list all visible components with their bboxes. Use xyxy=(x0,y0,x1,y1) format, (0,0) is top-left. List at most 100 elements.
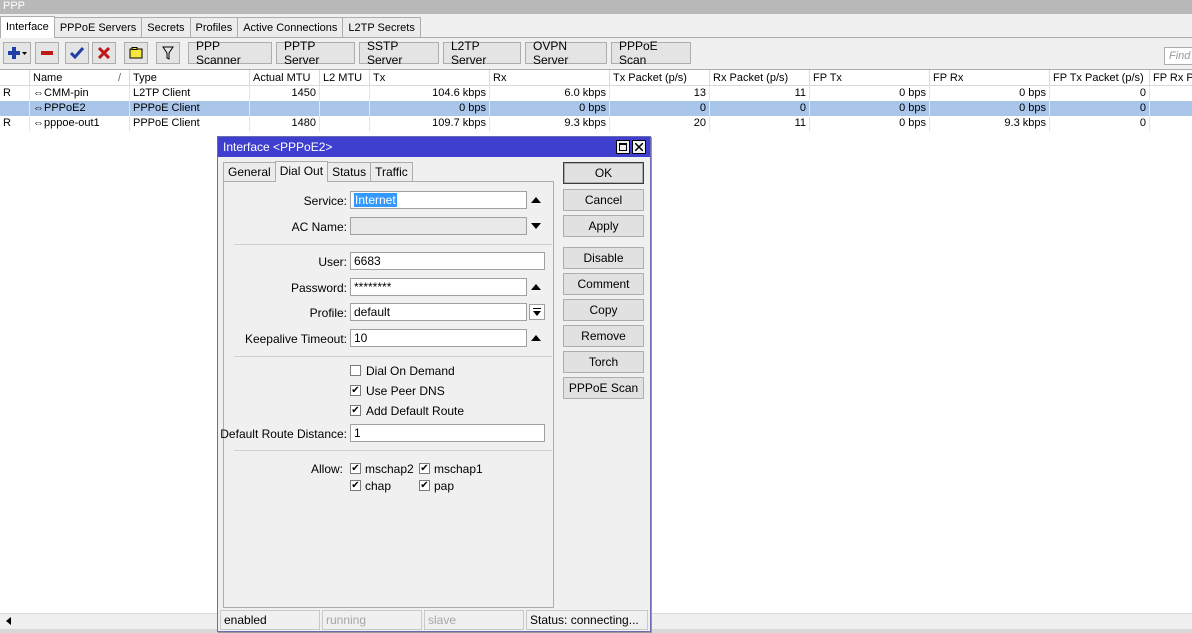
tab-divider xyxy=(0,37,1192,38)
dial-on-demand-checkbox[interactable] xyxy=(350,365,361,376)
col-rx[interactable]: Rx xyxy=(490,70,610,86)
service-label: Service: xyxy=(303,194,347,208)
comment-button[interactable] xyxy=(124,42,148,64)
profile-label: Profile: xyxy=(309,306,347,320)
collapse-up-icon[interactable] xyxy=(531,197,541,203)
default-route-distance-field[interactable]: 1 xyxy=(350,424,545,442)
ovpn-server-button[interactable]: OVPN Server xyxy=(525,39,607,67)
cancel-button[interactable]: Cancel xyxy=(563,189,644,211)
use-peer-dns-checkbox[interactable]: ✔ xyxy=(350,385,361,396)
col-name[interactable]: Name / xyxy=(30,70,130,86)
row-tx: 0 bps xyxy=(370,101,490,116)
col-tx[interactable]: Tx xyxy=(370,70,490,86)
password-field[interactable]: ******** xyxy=(350,278,527,296)
col-fp-tx[interactable]: FP Tx xyxy=(810,70,930,86)
table-row-selected[interactable]: ⇔PPPoE2 PPPoE Client 0 bps 0 bps 0 0 0 b… xyxy=(0,101,1192,116)
l2tp-server-button[interactable]: L2TP Server xyxy=(443,39,521,67)
user-field[interactable]: 6683 xyxy=(350,252,545,270)
add-default-route-label: Add Default Route xyxy=(366,404,465,418)
sstp-server-button[interactable]: SSTP Server xyxy=(359,39,439,67)
col-l2-mtu[interactable]: L2 MTU xyxy=(320,70,370,86)
maximize-icon xyxy=(619,143,627,151)
tab-dial-out[interactable]: Dial Out xyxy=(274,161,329,182)
remove-button[interactable]: Remove xyxy=(563,325,644,347)
default-route-distance-label: Default Route Distance: xyxy=(220,427,347,441)
remove-button[interactable] xyxy=(35,42,59,64)
collapse-up-icon[interactable] xyxy=(531,284,541,290)
pap-checkbox[interactable]: ✔ xyxy=(419,480,430,491)
disable-button[interactable]: Disable xyxy=(563,247,644,269)
col-fp-rx-packet[interactable]: FP Rx Pa xyxy=(1150,70,1192,86)
service-field[interactable]: Internet xyxy=(350,191,527,209)
enable-button[interactable] xyxy=(65,42,89,64)
tab-interface[interactable]: Interface xyxy=(0,16,55,38)
chap-checkbox[interactable]: ✔ xyxy=(350,480,361,491)
dialog-title: Interface <PPPoE2> xyxy=(218,137,650,157)
row-flag: R xyxy=(0,116,30,131)
tab-general[interactable]: General xyxy=(223,162,276,181)
row-actual-mtu: 1450 xyxy=(250,86,320,101)
ac-name-field[interactable] xyxy=(350,217,527,235)
col-type[interactable]: Type xyxy=(130,70,250,86)
add-button[interactable] xyxy=(3,42,31,64)
status-connection: Status: connecting... xyxy=(526,610,648,630)
interface-arrows-icon: ⇔ xyxy=(33,87,44,99)
add-default-route-checkbox[interactable]: ✔ xyxy=(350,405,361,416)
disable-button[interactable] xyxy=(92,42,116,64)
row-tx-packet: 13 xyxy=(610,86,710,101)
copy-button[interactable]: Copy xyxy=(563,299,644,321)
ppp-scanner-button[interactable]: PPP Scanner xyxy=(188,39,272,67)
row-l2-mtu xyxy=(320,116,370,131)
row-actual-mtu: 1480 xyxy=(250,116,320,131)
find-input[interactable]: Find xyxy=(1164,47,1192,65)
tab-status[interactable]: Status xyxy=(327,162,372,181)
tab-pppoe-servers[interactable]: PPPoE Servers xyxy=(53,17,143,38)
tab-traffic[interactable]: Traffic xyxy=(370,162,413,181)
pppoe-scan-button[interactable]: PPPoE Scan xyxy=(611,39,691,67)
collapse-up-icon[interactable] xyxy=(531,335,541,341)
tab-l2tp-secrets[interactable]: L2TP Secrets xyxy=(342,17,421,38)
tab-active-connections[interactable]: Active Connections xyxy=(237,17,344,38)
mschap1-checkbox[interactable]: ✔ xyxy=(419,463,430,474)
col-actual-mtu[interactable]: Actual MTU xyxy=(250,70,320,86)
row-rx: 0 bps xyxy=(490,101,610,116)
tab-secrets[interactable]: Secrets xyxy=(141,17,191,38)
row-type: L2TP Client xyxy=(130,86,250,101)
profile-select[interactable]: default xyxy=(350,303,527,321)
col-tx-packet[interactable]: Tx Packet (p/s) xyxy=(610,70,710,86)
divider xyxy=(234,450,552,451)
col-fp-rx[interactable]: FP Rx xyxy=(930,70,1050,86)
col-fp-tx-packet[interactable]: FP Tx Packet (p/s) xyxy=(1050,70,1150,86)
pptp-server-button[interactable]: PPTP Server xyxy=(276,39,355,67)
maximize-button[interactable] xyxy=(616,140,630,154)
ok-button[interactable]: OK xyxy=(563,162,644,184)
filter-icon xyxy=(162,46,174,60)
row-fp-tx-packet: 0 xyxy=(1050,101,1150,116)
checkmark-icon: ✔ xyxy=(420,462,429,474)
col-rx-packet[interactable]: Rx Packet (p/s) xyxy=(710,70,810,86)
row-fp-tx-packet: 0 xyxy=(1050,116,1150,131)
pppoe-scan-button[interactable]: PPPoE Scan xyxy=(563,377,644,399)
scroll-left-icon[interactable] xyxy=(6,617,11,625)
keepalive-field[interactable]: 10 xyxy=(350,329,527,347)
checkmark-icon: ✔ xyxy=(351,404,360,416)
torch-button[interactable]: Torch xyxy=(563,351,644,373)
window-title: PPP xyxy=(0,0,1192,14)
table-row[interactable]: R ⇔pppoe-out1 PPPoE Client 1480 109.7 kb… xyxy=(0,116,1192,131)
table-row[interactable]: R ⇔CMM-pin L2TP Client 1450 104.6 kbps 6… xyxy=(0,86,1192,101)
comment-button[interactable]: Comment xyxy=(563,273,644,295)
checkmark-icon: ✔ xyxy=(351,479,360,491)
plus-icon xyxy=(8,47,27,59)
tab-profiles[interactable]: Profiles xyxy=(189,17,239,38)
row-rx-packet: 11 xyxy=(710,86,810,101)
filter-button[interactable] xyxy=(156,42,180,64)
cross-icon xyxy=(98,47,110,59)
apply-button[interactable]: Apply xyxy=(563,215,644,237)
main-tabs: Interface PPPoE Servers Secrets Profiles… xyxy=(0,16,421,38)
mschap2-checkbox[interactable]: ✔ xyxy=(350,463,361,474)
toolbar: PPP Scanner PPTP Server SSTP Server L2TP… xyxy=(0,39,1192,67)
close-button[interactable] xyxy=(632,140,646,154)
expand-down-icon[interactable] xyxy=(531,223,541,229)
row-tx: 104.6 kbps xyxy=(370,86,490,101)
profile-dropdown-button[interactable] xyxy=(529,304,545,320)
